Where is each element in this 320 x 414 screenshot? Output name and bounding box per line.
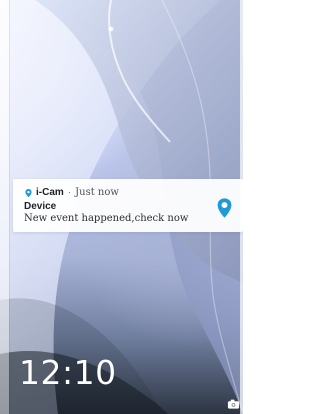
app-name: i-Cam — [36, 187, 64, 198]
screen-edge-left — [0, 0, 9, 414]
notification-card[interactable]: i-Cam · Just now Device New event happen… — [13, 179, 243, 232]
lockscreen-time: 12:10 — [19, 353, 117, 392]
notification-message: New event happened,check now — [24, 213, 189, 224]
location-pin-icon — [25, 189, 32, 198]
notification-time: Just now — [75, 187, 119, 198]
notification-header: i-Cam · Just now — [24, 187, 119, 199]
camera-icon[interactable] — [227, 398, 240, 410]
location-pin-icon — [217, 198, 232, 218]
notification-title: Device — [24, 201, 57, 212]
status-indicator — [109, 27, 113, 31]
lock-screen: i-Cam · Just now Device New event happen… — [0, 0, 243, 414]
separator: · — [67, 187, 72, 198]
